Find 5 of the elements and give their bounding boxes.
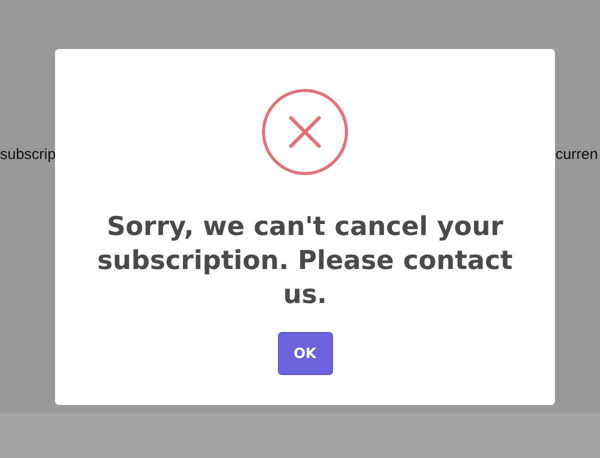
dialog-message: Sorry, we can't cancel your subscription. Please contact us.: [96, 211, 514, 312]
background-text: curren: [555, 146, 599, 162]
background-text: subscrip: [0, 146, 57, 162]
error-icon: [261, 88, 349, 176]
ok-button[interactable]: OK: [278, 332, 332, 375]
